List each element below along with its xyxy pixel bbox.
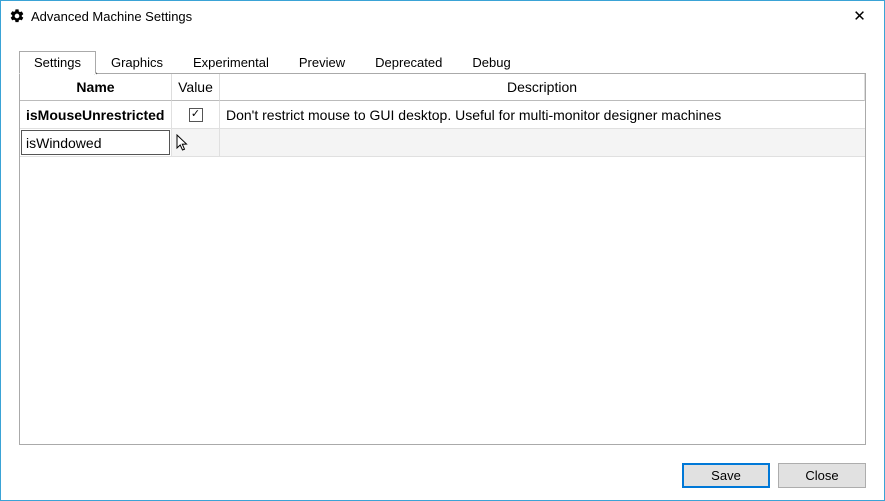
tab-experimental[interactable]: Experimental [178, 51, 284, 73]
row-value[interactable] [172, 129, 220, 157]
close-button[interactable]: Close [778, 463, 866, 488]
titlebar[interactable]: Advanced Machine Settings ✕ [1, 1, 884, 31]
tab-settings[interactable]: Settings [19, 51, 96, 74]
checkbox-checked[interactable]: ✓ [189, 108, 203, 122]
row-description: Don't restrict mouse to GUI desktop. Use… [220, 101, 865, 129]
tab-panel: ⌃ Name Value Description isMouseUnrestri… [19, 73, 866, 445]
check-icon: ✓ [191, 109, 200, 120]
mouse-cursor-icon [176, 134, 190, 152]
tab-debug[interactable]: Debug [457, 51, 525, 73]
name-input[interactable] [21, 130, 170, 155]
tab-strip: Settings Graphics Experimental Preview D… [19, 49, 866, 73]
row-value[interactable]: ✓ [172, 101, 220, 129]
row-description [220, 129, 865, 157]
dialog-window: Advanced Machine Settings ✕ Settings Gra… [0, 0, 885, 501]
dialog-footer: Save Close [1, 455, 884, 500]
column-header-description[interactable]: Description [220, 74, 865, 101]
close-icon: ✕ [853, 7, 866, 25]
gear-icon [9, 8, 25, 24]
tab-deprecated[interactable]: Deprecated [360, 51, 457, 73]
content-area: Settings Graphics Experimental Preview D… [1, 31, 884, 455]
window-close-button[interactable]: ✕ [837, 1, 882, 31]
tab-preview[interactable]: Preview [284, 51, 360, 73]
window-title: Advanced Machine Settings [31, 9, 192, 24]
settings-grid: ⌃ Name Value Description isMouseUnrestri… [20, 74, 865, 157]
tab-graphics[interactable]: Graphics [96, 51, 178, 73]
row-name-editing[interactable] [20, 129, 172, 157]
column-header-name[interactable]: ⌃ Name [20, 74, 172, 101]
column-header-value[interactable]: Value [172, 74, 220, 101]
save-button[interactable]: Save [682, 463, 770, 488]
row-name[interactable]: isMouseUnrestricted [20, 101, 172, 129]
